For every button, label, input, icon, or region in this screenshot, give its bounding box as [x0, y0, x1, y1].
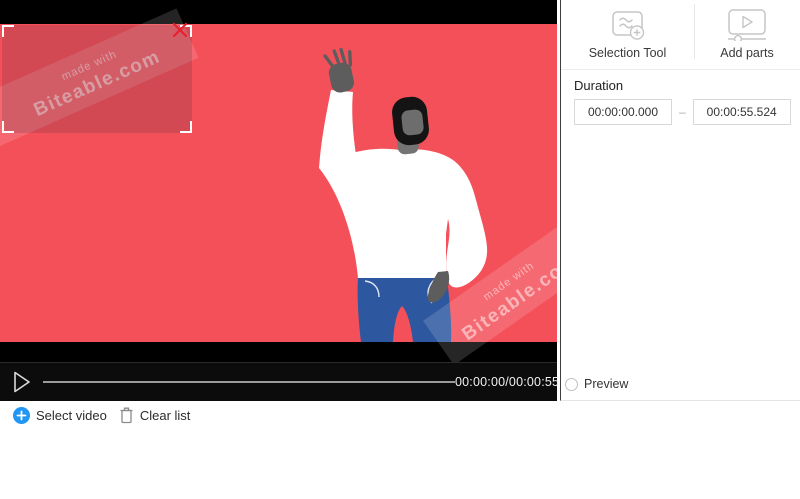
clear-list-label: Clear list [140, 408, 191, 423]
add-parts-icon [726, 9, 768, 41]
selection-tool-button[interactable]: Selection Tool [561, 0, 694, 69]
toolbar-divider [694, 4, 695, 59]
add-parts-label: Add parts [720, 46, 774, 60]
duration-section: Duration – [561, 70, 800, 125]
select-video-label: Select video [36, 408, 107, 423]
preview-toggle[interactable]: Preview [565, 377, 628, 391]
selection-tool-label: Selection Tool [589, 46, 667, 60]
clear-list-button[interactable]: Clear list [119, 406, 191, 424]
video-player: made with Biteable.com [0, 0, 557, 401]
video-frame: made with Biteable.com [0, 0, 557, 362]
duration-end-input[interactable] [693, 99, 791, 125]
plus-icon [13, 407, 30, 424]
selection-region[interactable] [2, 24, 192, 133]
play-button[interactable] [13, 371, 33, 393]
tools-panel: Selection Tool Add parts Duration – [560, 0, 800, 401]
panel-toolbar: Selection Tool Add parts [561, 0, 800, 70]
trash-icon [119, 406, 134, 424]
duration-separator: – [679, 105, 686, 119]
seek-bar[interactable] [43, 375, 455, 389]
duration-start-input[interactable] [574, 99, 672, 125]
video-library-bar: Select video Clear list [0, 401, 800, 499]
selection-tool-icon [608, 9, 648, 41]
duration-label: Duration [574, 78, 787, 93]
select-video-button[interactable]: Select video [13, 407, 107, 424]
time-display: 00:00:00/00:00:55 [455, 375, 559, 389]
seek-bar-track [43, 381, 455, 383]
preview-label: Preview [584, 377, 628, 391]
add-parts-button[interactable]: Add parts [694, 0, 800, 69]
app-window: made with Biteable.com [0, 0, 800, 499]
preview-radio[interactable] [565, 378, 578, 391]
playback-controls: 00:00:00/00:00:55 [0, 362, 557, 401]
